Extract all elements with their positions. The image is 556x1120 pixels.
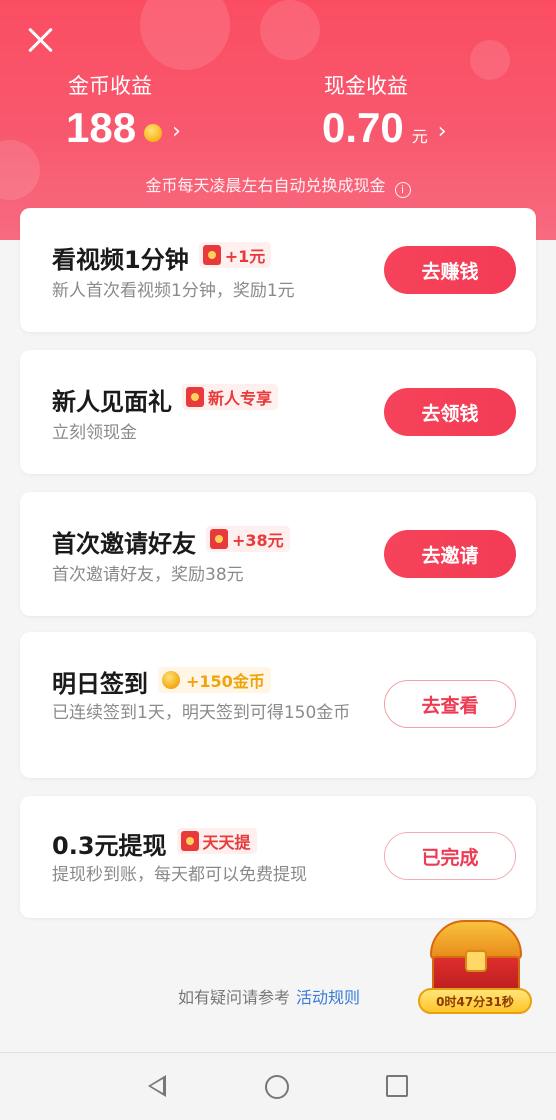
coin-icon xyxy=(144,124,163,142)
help-footer: 如有疑问请参考 活动规则 xyxy=(178,984,360,1008)
task-title-text: 0.3元提现 xyxy=(52,832,167,860)
chevron-right-icon: › xyxy=(172,118,181,144)
coin-icon xyxy=(162,671,180,689)
exchange-notice: 金币每天凌晨左右自动兑换成现金 i xyxy=(0,172,556,198)
red-packet-icon xyxy=(202,245,221,265)
task-description: 首次邀请好友，奖励38元 xyxy=(52,565,244,585)
reward-tag: 新人专享 xyxy=(182,384,279,410)
earnings-header: 金币收益 188 › 现金收益 0.70 元 › 金币每天凌晨左右自动兑换成现金… xyxy=(0,0,556,240)
recent-apps-icon[interactable] xyxy=(386,1075,408,1097)
exchange-notice-text: 金币每天凌晨左右自动兑换成现金 xyxy=(145,176,386,195)
system-nav-bar xyxy=(0,1052,556,1120)
task-card-daily-signin: 明日签到 +150金币 已连续签到1天，明天签到可得150金币 去查看 xyxy=(20,632,536,778)
task-card-withdraw: 0.3元提现 天天提 提现秒到账，每天都可以免费提现 已完成 xyxy=(20,796,536,918)
task-title-text: 新人见面礼 xyxy=(52,388,172,416)
cash-earnings-label: 现金收益 xyxy=(324,74,408,98)
task-title-text: 明日签到 xyxy=(52,670,148,698)
task-description: 新人首次看视频1分钟，奖励1元 xyxy=(52,281,295,301)
countdown-timer: 0时47分31秒 xyxy=(418,988,532,1014)
task-title: 0.3元提现 天天提 xyxy=(52,826,257,861)
reward-tag-text: +150金币 xyxy=(186,672,265,691)
reward-tag: +1元 xyxy=(198,242,272,268)
reward-tag-text: 天天提 xyxy=(202,833,251,852)
task-card-newbie-gift: 新人见面礼 新人专享 立刻领现金 去领钱 xyxy=(20,350,536,474)
reward-tag-text: +38元 xyxy=(232,531,284,550)
reward-tag: +38元 xyxy=(206,526,290,552)
task-title: 明日签到 +150金币 xyxy=(52,664,271,699)
task-description: 立刻领现金 xyxy=(52,423,137,443)
reward-tag: 天天提 xyxy=(176,828,257,854)
cash-unit: 元 xyxy=(411,127,428,146)
task-title: 新人见面礼 新人专享 xyxy=(52,382,279,417)
chevron-right-icon: › xyxy=(437,118,447,144)
cash-earnings-value[interactable]: 0.70 元 › xyxy=(322,104,447,152)
cash-earnings-amount: 0.70 xyxy=(322,104,404,151)
info-icon[interactable]: i xyxy=(394,182,411,198)
bokeh-decoration xyxy=(140,0,230,70)
task-description: 已连续签到1天，明天签到可得150金币 xyxy=(52,703,351,723)
red-packet-icon xyxy=(180,831,199,851)
coin-earnings-value[interactable]: 188 › xyxy=(66,104,181,152)
red-packet-icon xyxy=(210,529,228,549)
invite-button[interactable]: 去邀请 xyxy=(384,530,516,578)
activity-rules-link[interactable]: 活动规则 xyxy=(296,988,360,1007)
task-description: 提现秒到账，每天都可以免费提现 xyxy=(52,865,307,885)
completed-button[interactable]: 已完成 xyxy=(384,832,516,880)
task-title: 首次邀请好友 +38元 xyxy=(52,524,290,559)
reward-tag: +150金币 xyxy=(158,667,271,693)
back-icon[interactable] xyxy=(148,1075,166,1097)
red-packet-icon xyxy=(186,387,204,407)
bokeh-decoration xyxy=(260,0,320,60)
chest-lock-icon xyxy=(465,950,487,972)
task-title: 看视频1分钟 +1元 xyxy=(52,240,272,275)
bokeh-decoration xyxy=(470,40,510,80)
view-signin-button[interactable]: 去查看 xyxy=(384,680,516,728)
task-card-invite-friend: 首次邀请好友 +38元 首次邀请好友，奖励38元 去邀请 xyxy=(20,492,536,616)
go-earn-button[interactable]: 去赚钱 xyxy=(384,246,516,294)
claim-cash-button[interactable]: 去领钱 xyxy=(384,388,516,436)
task-card-watch-video: 看视频1分钟 +1元 新人首次看视频1分钟，奖励1元 去赚钱 xyxy=(20,208,536,332)
reward-tag-text: +1元 xyxy=(224,247,266,266)
treasure-chest-widget[interactable]: 0时47分31秒 xyxy=(418,920,534,1020)
reward-tag-text: 新人专享 xyxy=(208,389,273,408)
task-title-text: 看视频1分钟 xyxy=(52,246,189,274)
help-text: 如有疑问请参考 xyxy=(178,988,291,1007)
coin-earnings-amount: 188 xyxy=(66,104,137,151)
coin-earnings-label: 金币收益 xyxy=(68,74,152,98)
close-icon[interactable] xyxy=(22,22,60,60)
task-title-text: 首次邀请好友 xyxy=(52,530,196,558)
home-icon[interactable] xyxy=(265,1075,289,1099)
